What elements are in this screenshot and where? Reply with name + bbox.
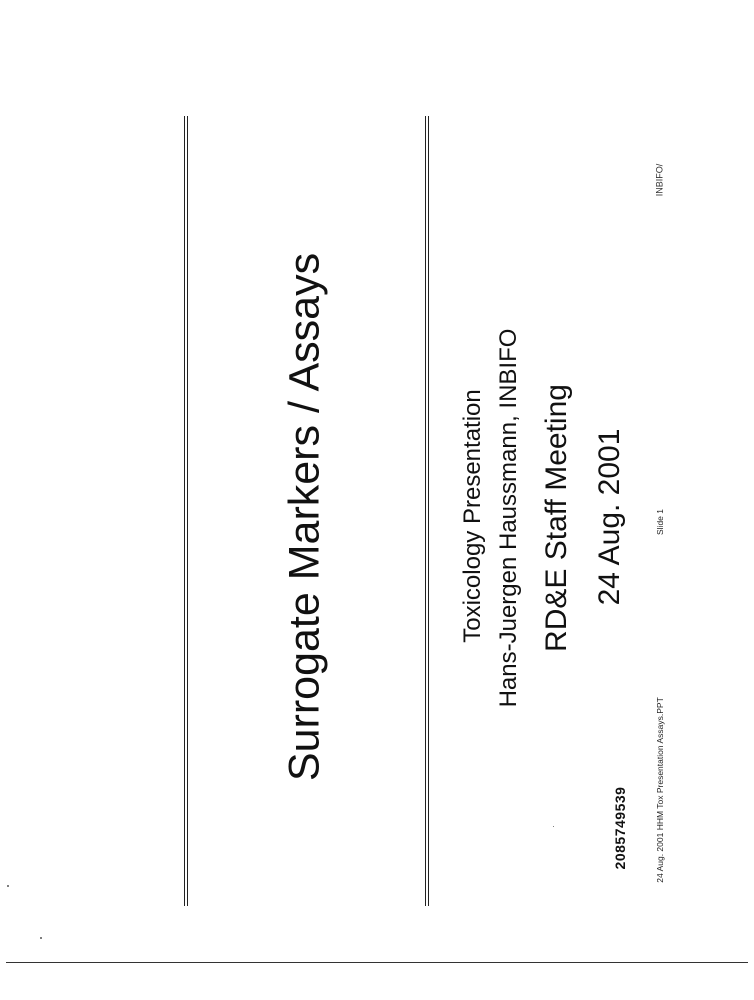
footer-left: 24 Aug. 2001 HHM Tox Presentation Assays… bbox=[654, 697, 665, 883]
footer-org: INBIFO/ bbox=[654, 163, 665, 197]
slide-line-4: 24 Aug. 2001 bbox=[593, 428, 626, 606]
slide-line-3: RD&E Staff Meeting bbox=[540, 384, 573, 652]
bottom-rule bbox=[6, 962, 748, 963]
slide-line-1: Toxicology Presentation bbox=[459, 389, 486, 643]
footer-slide-number: Slide 1 bbox=[654, 509, 665, 535]
scan-speck bbox=[7, 885, 9, 887]
document-page: Surrogate Markers / Assays Toxicology Pr… bbox=[0, 0, 754, 1000]
slide-line-2: Hans-Juergen Haussmann, INBIFO bbox=[495, 328, 522, 708]
slide-title: Surrogate Markers / Assays bbox=[280, 252, 329, 782]
scan-speck bbox=[40, 937, 42, 939]
document-number: 2085749539 bbox=[612, 786, 628, 870]
right-double-rule bbox=[425, 116, 429, 906]
scan-speck bbox=[553, 826, 554, 827]
left-double-rule bbox=[184, 116, 188, 906]
